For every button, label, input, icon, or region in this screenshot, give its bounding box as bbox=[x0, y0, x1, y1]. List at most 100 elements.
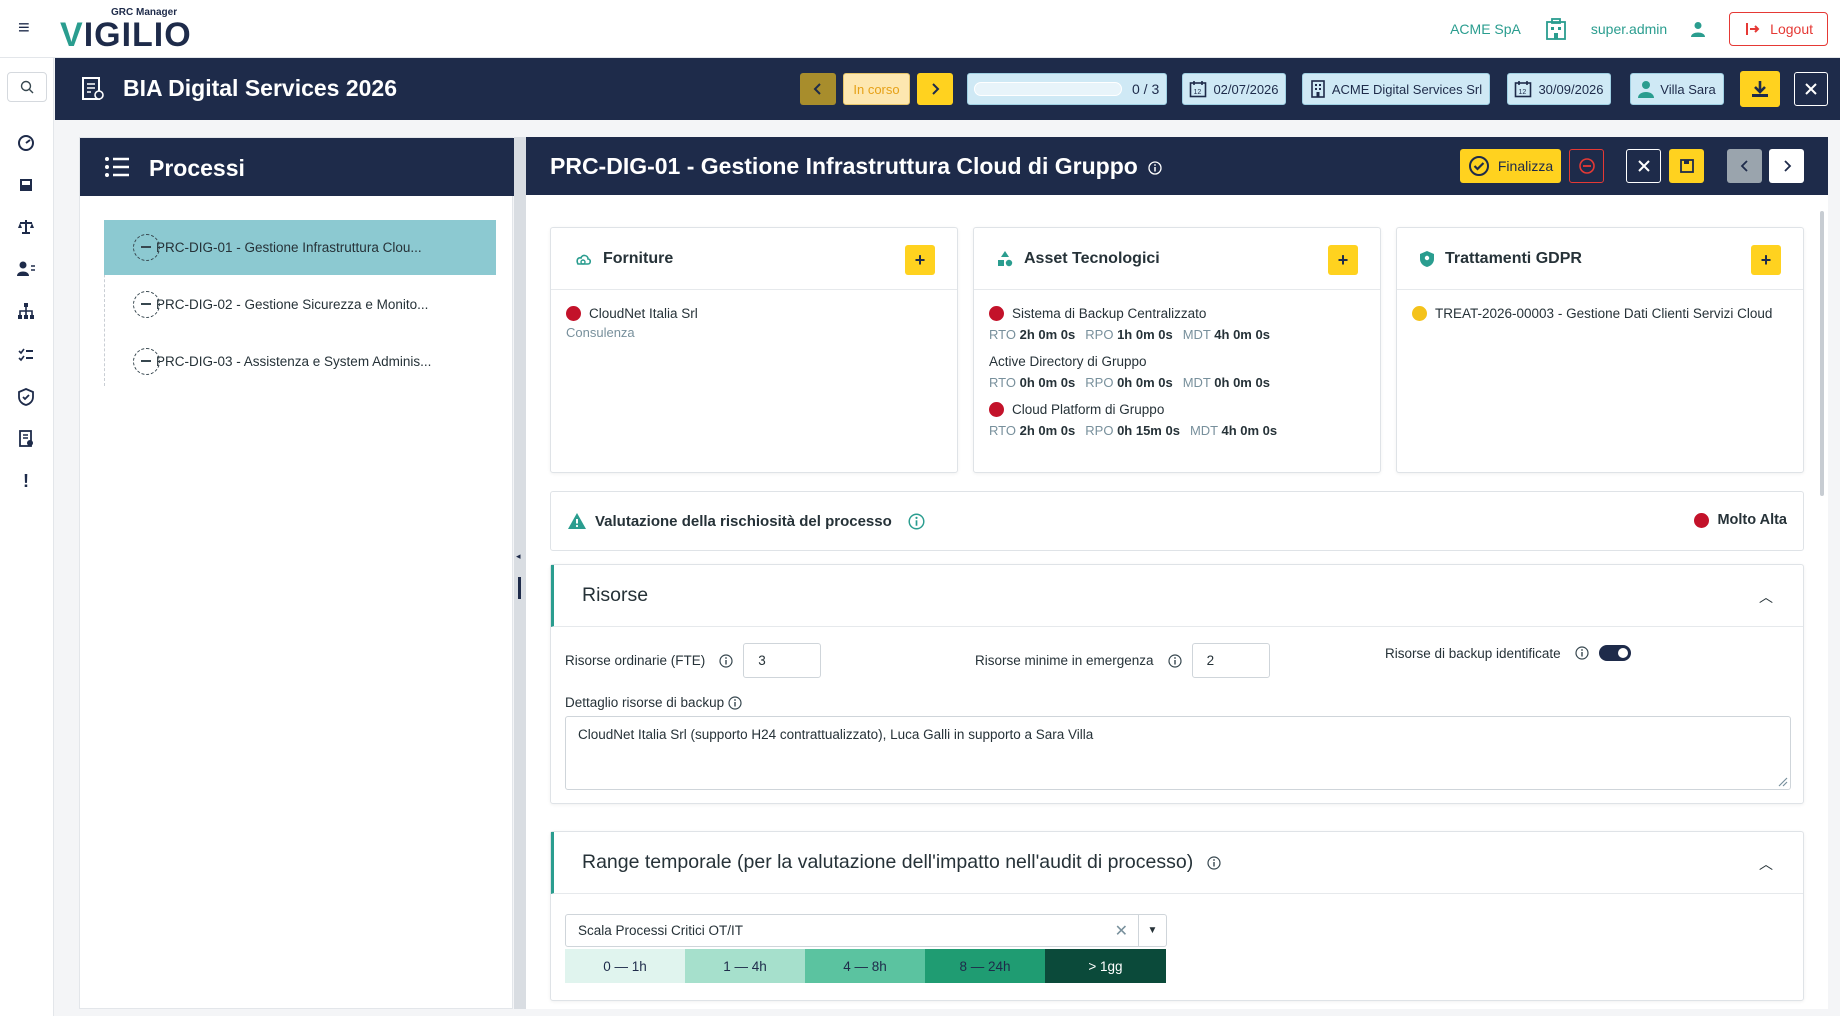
finalize-label: Finalizza bbox=[1497, 158, 1554, 174]
info-icon[interactable] bbox=[1207, 855, 1221, 870]
list-icon bbox=[105, 157, 129, 177]
person-icon bbox=[1638, 81, 1655, 98]
chevron-left-icon bbox=[1740, 160, 1748, 172]
next-process-button[interactable] bbox=[1769, 149, 1804, 183]
owner-chip[interactable]: Villa Sara bbox=[1630, 73, 1724, 105]
minimum-resources-input[interactable]: 2 bbox=[1191, 643, 1270, 678]
scale-segment: 0 — 1h bbox=[565, 949, 685, 983]
download-button[interactable] bbox=[1740, 71, 1780, 107]
building-icon[interactable] bbox=[1543, 16, 1569, 42]
search-button[interactable] bbox=[7, 72, 47, 102]
progress-indicator: 0 / 3 bbox=[967, 73, 1167, 105]
trattamento-name: TREAT-2026-00003 - Gestione Dati Clienti… bbox=[1435, 306, 1773, 321]
clear-icon[interactable]: ✕ bbox=[1115, 921, 1128, 941]
report-icon[interactable] bbox=[15, 428, 37, 450]
process-detail: PRC-DIG-01 - Gestione Infrastruttura Clo… bbox=[526, 137, 1828, 1009]
save-button[interactable] bbox=[1669, 149, 1704, 183]
download-icon bbox=[1752, 81, 1768, 97]
collapse-arrow-icon[interactable]: ◂ bbox=[516, 551, 521, 562]
process-label: PRC-DIG-03 - Assistenza e System Adminis… bbox=[156, 354, 432, 369]
add-trattamento-button[interactable]: + bbox=[1751, 245, 1781, 275]
shield-check-icon[interactable] bbox=[15, 386, 37, 408]
resources-header[interactable]: Risorse ︿ bbox=[551, 565, 1803, 627]
risk-label: Valutazione della rischiosità del proces… bbox=[595, 512, 892, 530]
info-icon[interactable] bbox=[1167, 653, 1182, 668]
start-date-chip[interactable]: 12 02/07/2026 bbox=[1182, 73, 1286, 105]
previous-process-button[interactable] bbox=[1727, 149, 1762, 183]
logout-icon bbox=[1746, 23, 1760, 35]
start-date: 02/07/2026 bbox=[1213, 81, 1279, 97]
user-name[interactable]: super.admin bbox=[1591, 21, 1667, 37]
process-item-prc-dig-01[interactable]: PRC-DIG-01 - Gestione Infrastruttura Clo… bbox=[104, 220, 496, 275]
menu-icon[interactable]: ≡ bbox=[18, 18, 38, 38]
backup-detail-textarea[interactable]: CloudNet Italia Srl (supporto H24 contra… bbox=[565, 716, 1791, 790]
status-dot bbox=[566, 306, 581, 321]
close-button[interactable] bbox=[1794, 72, 1828, 106]
remove-button[interactable] bbox=[1569, 149, 1604, 183]
users-icon[interactable] bbox=[15, 258, 37, 280]
scrollbar[interactable] bbox=[1820, 211, 1824, 496]
calendar-icon: 12 bbox=[1190, 81, 1207, 98]
company-name[interactable]: ACME SpA bbox=[1450, 21, 1521, 37]
alert-icon[interactable]: ! bbox=[15, 470, 37, 492]
info-icon[interactable] bbox=[1574, 646, 1589, 660]
asset-metrics: RTO 0h 0m 0s RPO 0h 0m 0s MDT 0h 0m 0s bbox=[989, 375, 1270, 390]
panel-splitter[interactable]: ◂ bbox=[514, 137, 526, 1009]
scale-segment: 4 — 8h bbox=[805, 949, 925, 983]
process-item-prc-dig-02[interactable]: PRC-DIG-02 - Gestione Sicurezza e Monito… bbox=[104, 277, 496, 332]
asset-metrics: RTO 2h 0m 0s RPO 1h 0m 0s MDT 4h 0m 0s bbox=[989, 327, 1270, 342]
status-prev-button[interactable] bbox=[800, 73, 836, 105]
organization-chip[interactable]: ACME Digital Services Srl bbox=[1302, 73, 1490, 105]
chevron-up-icon[interactable]: ︿ bbox=[1759, 854, 1773, 874]
risk-level-text: Molto Alta bbox=[1717, 512, 1787, 528]
svg-text:12: 12 bbox=[1519, 89, 1527, 96]
info-icon[interactable] bbox=[728, 695, 742, 710]
progress-track bbox=[974, 82, 1122, 96]
info-icon[interactable] bbox=[719, 653, 733, 668]
dashboard-icon[interactable] bbox=[15, 132, 37, 154]
logo[interactable]: GRC Manager VIGILIO bbox=[60, 7, 191, 53]
page-header: BIA Digital Services 2026 In corso 0 / 3… bbox=[55, 58, 1840, 120]
process-label: PRC-DIG-01 - Gestione Infrastruttura Clo… bbox=[156, 240, 422, 255]
logout-button[interactable]: Logout bbox=[1729, 12, 1828, 46]
caret-down-icon[interactable]: ▼ bbox=[1138, 915, 1166, 946]
warning-icon bbox=[568, 513, 586, 529]
balance-icon[interactable] bbox=[15, 216, 37, 238]
status-next-button[interactable] bbox=[917, 73, 953, 105]
scale-select[interactable]: Scala Processi Critici OT/IT ✕ ▼ bbox=[565, 914, 1167, 947]
ordinary-resources-input[interactable]: 3 bbox=[743, 643, 822, 678]
list-item[interactable]: TREAT-2026-00003 - Gestione Dati Clienti… bbox=[1412, 306, 1788, 321]
list-item[interactable]: CloudNet Italia Srl Consulenza bbox=[566, 306, 942, 340]
hierarchy-icon[interactable] bbox=[15, 300, 37, 322]
svg-text:12: 12 bbox=[1194, 89, 1202, 96]
range-header[interactable]: Range temporale (per la valutazione dell… bbox=[551, 832, 1803, 894]
list-item[interactable]: Sistema di Backup Centralizzato RTO 2h 0… bbox=[989, 306, 1365, 342]
finalize-button[interactable]: Finalizza bbox=[1460, 149, 1561, 183]
backup-resources-field: Risorse di backup identificate bbox=[1385, 645, 1631, 661]
end-date: 30/09/2026 bbox=[1538, 81, 1604, 97]
backup-resources-toggle[interactable] bbox=[1598, 645, 1631, 661]
add-fornitura-button[interactable]: + bbox=[905, 245, 935, 275]
process-item-prc-dig-03[interactable]: PRC-DIG-03 - Assistenza e System Adminis… bbox=[104, 334, 496, 389]
scale-segment: 1 — 4h bbox=[685, 949, 805, 983]
asset-metrics: RTO 2h 0m 0s RPO 0h 15m 0s MDT 4h 0m 0s bbox=[989, 423, 1278, 438]
checklist-icon[interactable] bbox=[15, 344, 37, 366]
close-detail-button[interactable] bbox=[1626, 149, 1661, 183]
process-label: PRC-DIG-02 - Gestione Sicurezza e Monito… bbox=[156, 297, 429, 312]
calendar-icon: 12 bbox=[1515, 81, 1532, 98]
resize-handle-icon[interactable] bbox=[1776, 775, 1788, 787]
gdpr-card: Trattamenti GDPR + TREAT-2026-00003 - Ge… bbox=[1396, 227, 1804, 473]
end-date-chip[interactable]: 12 30/09/2026 bbox=[1507, 73, 1611, 105]
user-icon[interactable] bbox=[1689, 20, 1707, 38]
info-icon[interactable] bbox=[1148, 161, 1162, 175]
office-building-icon bbox=[1311, 80, 1325, 98]
list-item[interactable]: Active Directory di Gruppo RTO 0h 0m 0s R… bbox=[989, 354, 1365, 390]
add-asset-button[interactable]: + bbox=[1328, 245, 1358, 275]
splitter-handle[interactable] bbox=[518, 577, 521, 599]
chevron-up-icon[interactable]: ︿ bbox=[1759, 587, 1773, 607]
library-icon[interactable] bbox=[15, 174, 37, 196]
list-item[interactable]: Cloud Platform di Gruppo RTO 2h 0m 0s RPO… bbox=[989, 402, 1365, 438]
info-icon[interactable] bbox=[908, 512, 925, 530]
chevron-right-icon bbox=[1783, 160, 1791, 172]
minus-circle-icon bbox=[1578, 158, 1595, 174]
